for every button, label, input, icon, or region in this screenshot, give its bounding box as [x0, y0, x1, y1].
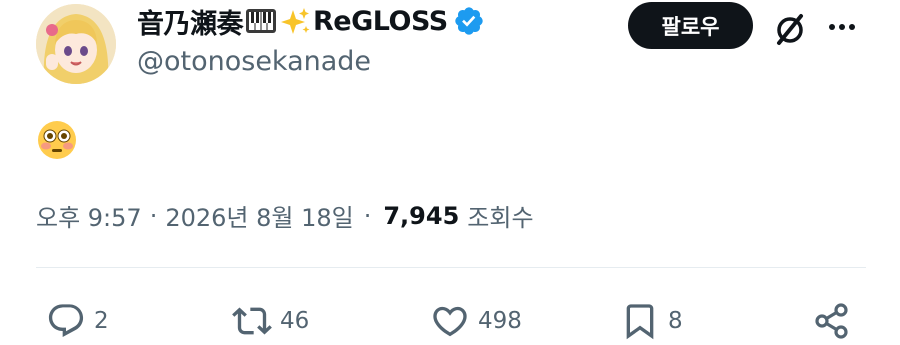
author-handle[interactable]: @otonosekanade [137, 46, 371, 77]
bookmark-icon [626, 304, 654, 340]
avatar[interactable] [36, 4, 116, 84]
like-count: 498 [478, 308, 522, 334]
piano-keys-icon [245, 6, 277, 36]
reply-icon [48, 304, 84, 337]
ellipsis-icon[interactable] [822, 10, 862, 40]
author-name-row[interactable]: 音乃瀬奏 ReGLOSS [137, 2, 485, 41]
flushed-face-emoji [36, 119, 78, 161]
repost-button[interactable]: 46 [232, 300, 309, 342]
like-button[interactable]: 498 [430, 300, 522, 342]
meta-separator: · [149, 201, 158, 230]
reply-button[interactable]: 2 [46, 300, 109, 342]
verified-badge-icon [453, 5, 485, 37]
display-name[interactable]: 音乃瀬奏 [137, 2, 244, 41]
view-count-label: 조회수 [467, 204, 534, 232]
sparkles-icon [279, 6, 311, 36]
bookmark-button[interactable]: 8 [620, 300, 683, 342]
divider [36, 267, 866, 268]
share-icon [815, 303, 848, 339]
tweet-meta: 오후 9:57 · 2026년 8월 18일 · 7,945 조회수 [36, 198, 534, 233]
reply-count: 2 [94, 308, 109, 334]
meta-separator: · [363, 201, 372, 230]
heart-icon [433, 306, 467, 337]
tweet-time[interactable]: 오후 9:57 [36, 198, 142, 233]
slashed-circle-icon[interactable] [771, 10, 809, 48]
follow-button[interactable]: 팔로우 [628, 2, 753, 49]
bookmark-count: 8 [668, 308, 683, 334]
view-count[interactable]: 7,945 [383, 202, 459, 230]
affiliation-name[interactable]: ReGLOSS [313, 6, 448, 37]
repost-icon [232, 307, 272, 335]
tweet-date[interactable]: 2026년 8월 18일 [165, 198, 353, 233]
repost-count: 46 [280, 308, 310, 334]
share-button[interactable] [812, 300, 852, 342]
